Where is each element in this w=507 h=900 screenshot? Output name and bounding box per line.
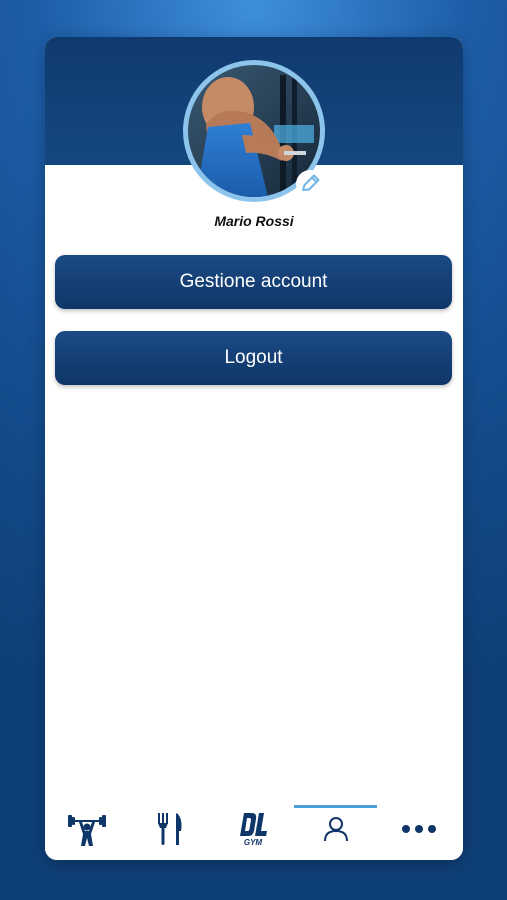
gym-logo-icon: GYM <box>239 813 267 847</box>
pencil-icon[interactable] <box>295 169 325 199</box>
user-icon <box>323 817 348 842</box>
nav-item-nutrition[interactable] <box>128 798 211 860</box>
bottom-navigation: GYM <box>45 798 463 860</box>
user-name: Mario Rossi <box>214 213 294 229</box>
weightlifting-icon <box>67 815 106 846</box>
account-management-label: Gestione account <box>179 271 328 292</box>
nav-item-more[interactable] <box>377 798 460 860</box>
nav-item-workout[interactable] <box>45 798 128 860</box>
nav-item-gym[interactable]: GYM <box>211 798 294 860</box>
profile-card: Mario Rossi Gestione account Logout GYM <box>45 37 463 860</box>
nav-item-profile[interactable] <box>294 798 377 860</box>
more-icon <box>401 825 436 833</box>
logout-label: Logout <box>224 347 283 368</box>
fork-knife-icon <box>157 813 181 845</box>
logout-button[interactable]: Logout <box>55 331 452 385</box>
gym-logo-text: GYM <box>243 838 262 847</box>
account-management-button[interactable]: Gestione account <box>55 255 452 309</box>
